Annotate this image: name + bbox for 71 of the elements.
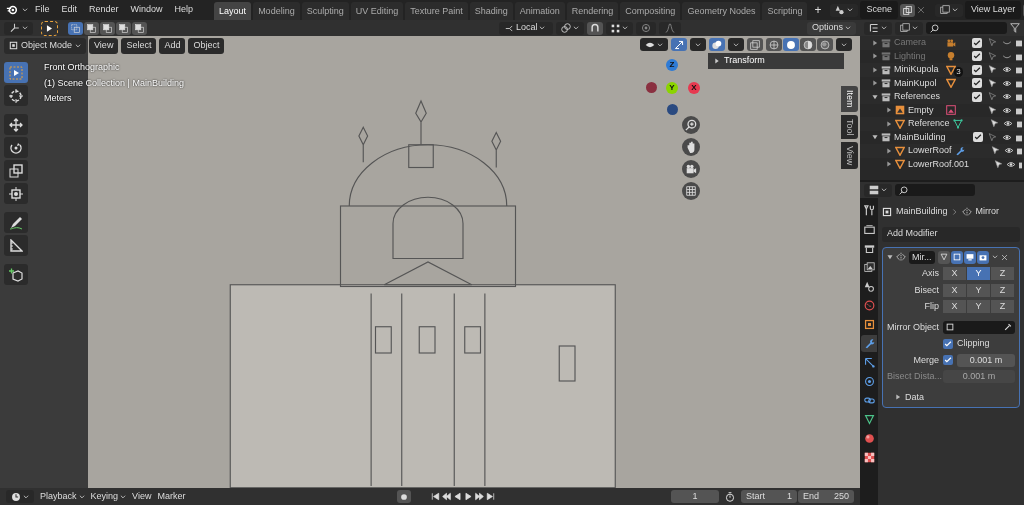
breadcrumb-item: Mirror <box>975 205 1000 218</box>
axis-toggle[interactable]: Z <box>991 300 1015 314</box>
checkbox-label: Clipping <box>957 337 990 350</box>
workspace-tab[interactable]: Texture Paint <box>405 2 468 22</box>
axis-toggle[interactable]: Y <box>967 283 991 297</box>
axis-toggle[interactable]: Y <box>967 300 991 314</box>
workspace-tab[interactable]: Shading <box>469 2 513 22</box>
viewport-info-text: Meters <box>44 92 73 105</box>
orientation-dropdown[interactable]: Local <box>498 21 553 35</box>
outliner-item-name: Empty <box>908 103 935 117</box>
workspace-tab[interactable]: Modeling <box>253 2 300 22</box>
outliner-row[interactable]: MainBuilding <box>860 130 1024 144</box>
panel-title: Transform <box>724 54 765 68</box>
timeline-menu[interactable]: View <box>132 489 152 504</box>
outliner-item-name: Camera <box>894 36 927 49</box>
workspace-tab[interactable]: Scripting <box>762 2 808 22</box>
subpanel-header[interactable]: Data <box>887 390 1015 404</box>
viewport-menu[interactable]: Select <box>121 38 157 54</box>
transform-panel[interactable]: Transform <box>708 53 844 69</box>
field-label: Flip <box>923 300 939 313</box>
axis-toggle[interactable]: X <box>943 283 967 297</box>
outliner-item-name: References <box>894 90 942 103</box>
current-frame-field[interactable]: 1 <box>671 490 719 503</box>
workspace-tab[interactable]: Animation <box>514 2 565 22</box>
timeline-menu[interactable]: Marker <box>157 489 186 504</box>
outliner-row[interactable]: Empty <box>860 103 1024 117</box>
number-field[interactable]: 0.001 m <box>957 353 1015 367</box>
outliner-item-name: MiniKupola <box>894 63 940 76</box>
add-modifier-button[interactable]: Add Modifier <box>882 226 1020 242</box>
outliner-item-name: MainKupol <box>894 76 938 90</box>
workspace-tab[interactable]: Rendering <box>566 2 619 22</box>
menu-item[interactable]: File <box>30 1 55 19</box>
end-frame-field[interactable]: End 250 <box>798 490 854 503</box>
menu-item[interactable]: Render <box>84 1 124 19</box>
options-dropdown[interactable]: Options <box>806 21 856 35</box>
breadcrumb-item: MainBuilding <box>896 205 948 218</box>
axis-toggle[interactable]: X <box>943 300 967 314</box>
start-frame-field[interactable]: Start 1 <box>741 490 797 503</box>
axis-toggle[interactable]: Y <box>967 267 991 281</box>
add-workspace-button[interactable]: + <box>809 0 827 21</box>
menu-item[interactable]: Help <box>169 1 199 19</box>
outliner-item-name: Reference <box>908 117 950 130</box>
viewport-menu[interactable]: Add <box>159 38 186 54</box>
menu-item[interactable]: Window <box>125 1 168 19</box>
outliner-item-name: Lighting <box>894 49 927 63</box>
mode-dropdown[interactable]: Object Mode <box>4 38 87 54</box>
subpanel-title: Data <box>905 390 924 404</box>
axis-toggle[interactable]: X <box>943 267 967 281</box>
outliner-item-name: MainBuilding <box>894 130 946 144</box>
view-layer-field[interactable]: View Layer <box>964 1 1022 19</box>
viewport-menu[interactable]: View <box>89 38 119 54</box>
axis-toggle[interactable]: Z <box>991 267 1015 281</box>
field-label: Axis <box>921 267 939 280</box>
outliner-item-name: LowerRoof <box>908 144 952 157</box>
outliner-item-name: LowerRoof.001 <box>908 157 970 171</box>
menu-item[interactable]: Edit <box>56 1 83 19</box>
workspace-tab[interactable]: Compositing <box>620 2 681 22</box>
timeline-menu[interactable]: Playback <box>40 489 85 504</box>
workspace-tab[interactable]: Geometry Nodes <box>682 2 761 22</box>
modifier-name-field[interactable]: Mir... <box>909 250 935 264</box>
field-label: Merge <box>912 353 939 367</box>
scene-field[interactable]: Scene <box>860 1 898 19</box>
field-label: Mirror Object <box>887 320 939 334</box>
viewport-menu[interactable]: Object <box>188 38 225 54</box>
count-badge: 3 <box>954 66 963 77</box>
axis-toggle[interactable]: Z <box>991 283 1015 297</box>
workspace-tab[interactable]: Sculpting <box>301 2 349 22</box>
field-label: Bisect <box>913 283 939 297</box>
timeline-menu[interactable]: Keying <box>90 489 127 504</box>
outliner-row[interactable]: LowerRoof.001 <box>860 157 1024 171</box>
outliner-row[interactable]: MainKupol <box>860 76 1024 90</box>
